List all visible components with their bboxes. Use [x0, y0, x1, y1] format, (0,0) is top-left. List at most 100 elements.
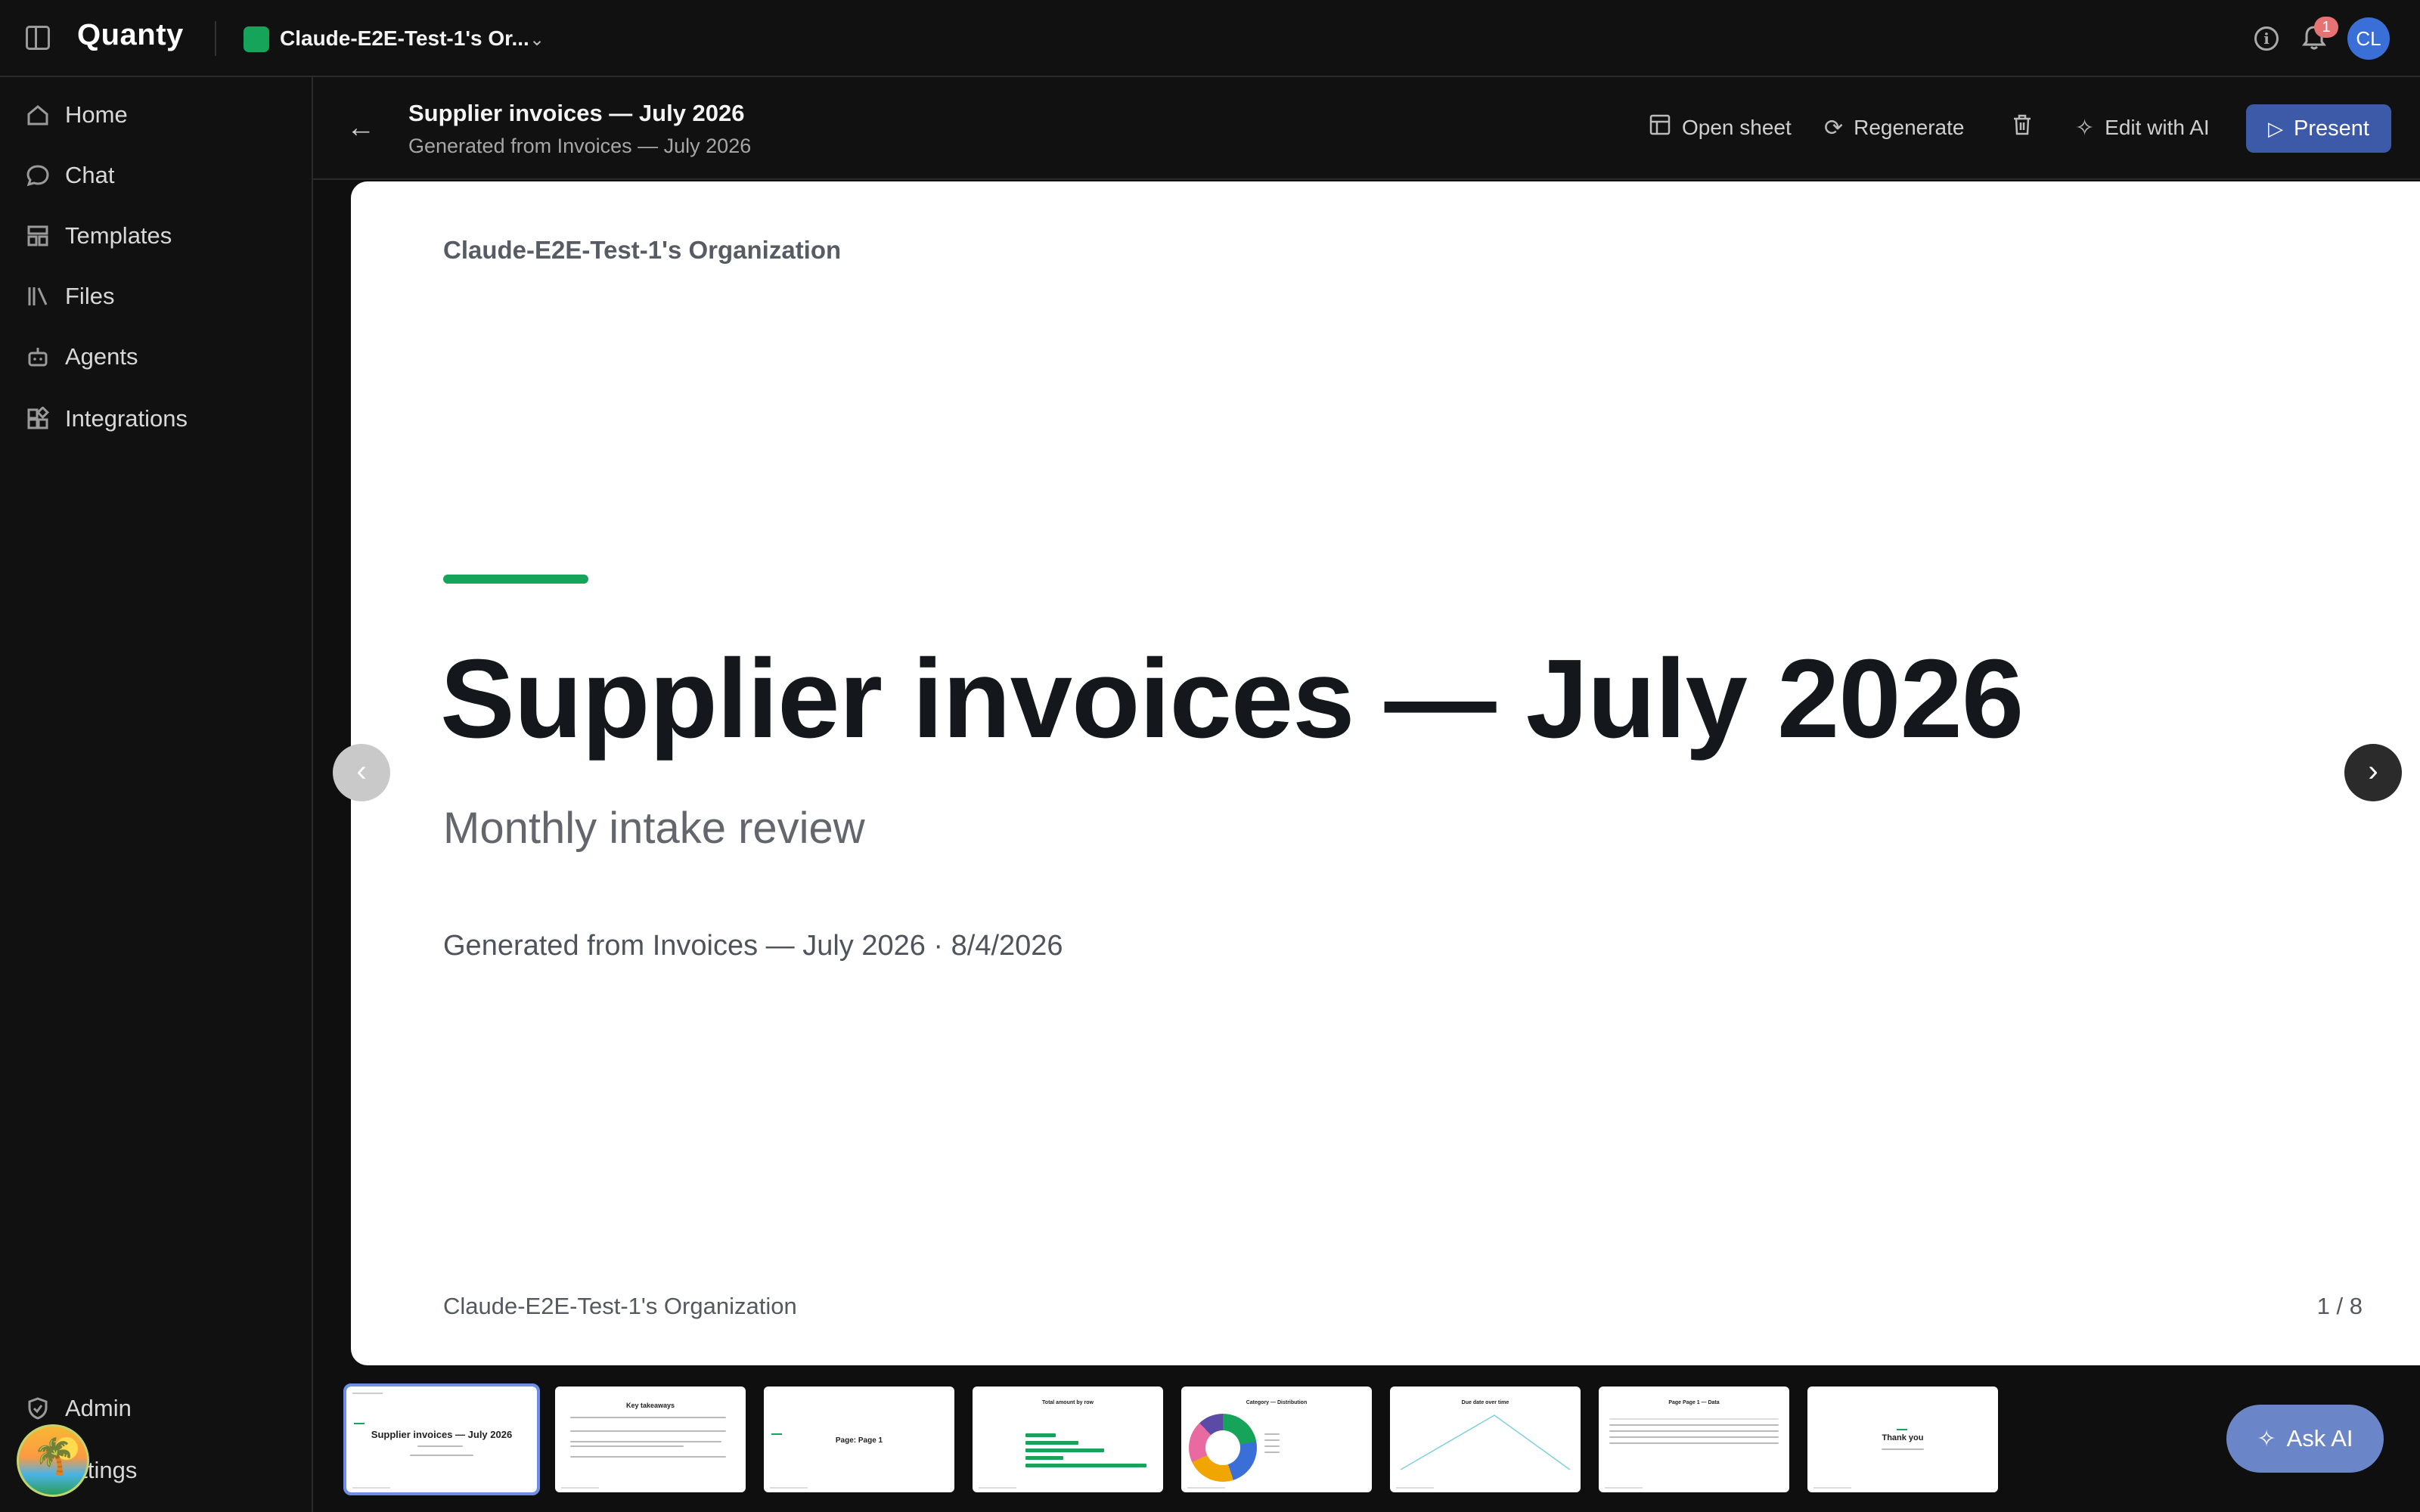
sidebar-item-label: Templates	[65, 222, 172, 249]
thumb-footer	[1187, 1487, 1225, 1489]
edit-with-ai-button[interactable]: ✧ Edit with AI	[2075, 112, 2210, 144]
thumb-text-line	[570, 1445, 684, 1447]
slide-canvas[interactable]: Claude-E2E-Test-1's Organization Supplie…	[351, 181, 2420, 1365]
thumb-title: Page Page 1 — Data	[1668, 1400, 1720, 1405]
edit-with-ai-label: Edit with AI	[2105, 116, 2210, 139]
present-button[interactable]: ▷ Present	[2246, 104, 2391, 153]
thumb-title: Due date over time	[1461, 1400, 1509, 1405]
thumb-table-row	[1609, 1436, 1779, 1438]
sidebar-item-label: Agents	[65, 343, 138, 370]
slide-page-indicator: 1 / 8	[2316, 1293, 2363, 1319]
thumb-chart-bar	[1025, 1456, 1063, 1460]
thumb-table-row	[1609, 1442, 1779, 1444]
thumb-accent	[1897, 1429, 1907, 1430]
thumb-footer	[979, 1487, 1016, 1489]
sidebar-item-label: Home	[65, 101, 128, 128]
slide-thumbnail-7[interactable]: Page Page 1 — Data	[1599, 1387, 1789, 1492]
user-avatar[interactable]: CL	[2347, 17, 2390, 60]
slide-thumbnail-1[interactable]: Supplier invoices — July 2026	[343, 1383, 540, 1495]
slide-thumbnail-5[interactable]: Category — Distribution	[1181, 1387, 1372, 1492]
trash-icon	[2012, 113, 2033, 142]
thumb-footer	[561, 1487, 599, 1489]
org-color-icon[interactable]	[244, 26, 269, 52]
thumb-footer	[352, 1487, 390, 1489]
table-icon	[1649, 113, 1671, 142]
thumb-title: Page: Page 1	[835, 1436, 883, 1445]
slide-subtitle: Monthly intake review	[443, 804, 865, 853]
presentation-header: ← Supplier invoices — July 2026 Generate…	[313, 77, 2420, 180]
profile-picture-avatar[interactable]: 🌴	[17, 1424, 89, 1497]
thumb-chart-bar	[1025, 1464, 1146, 1467]
slide-thumbnail-4[interactable]: Total amount by row	[973, 1387, 1163, 1492]
regenerate-button[interactable]: ⟳ Regenerate	[1824, 112, 1964, 144]
app-logo[interactable]: Quanty	[77, 18, 184, 52]
agents-icon	[26, 345, 50, 369]
thumb-text-line	[570, 1441, 721, 1442]
thumb-text-line	[570, 1417, 726, 1418]
thumb-legend-line	[1264, 1452, 1280, 1453]
sidebar-item-admin[interactable]: Admin	[26, 1387, 298, 1430]
thumb-title: Thank you	[1882, 1433, 1924, 1442]
thumb-accent	[771, 1433, 782, 1435]
thumb-footer	[1396, 1487, 1434, 1489]
top-bar: Quanty Claude-E2E-Test-1's Or... ⌄ i 1 C…	[0, 0, 2420, 77]
chat-icon	[26, 163, 50, 187]
slide-thumbnail-8[interactable]: Thank you	[1807, 1387, 1998, 1492]
slide-thumbnail-2[interactable]: Key takeaways	[555, 1387, 746, 1492]
delete-button[interactable]	[2012, 112, 2043, 144]
slide-thumbnail-3[interactable]: Page: Page 1	[764, 1387, 954, 1492]
presentation-title: Supplier invoices — July 2026	[408, 100, 745, 126]
thumb-title: Total amount by row	[1042, 1400, 1094, 1405]
sparkle-icon: ✧	[2257, 1426, 2276, 1452]
sidebar-item-templates[interactable]: Templates	[26, 215, 298, 257]
regenerate-label: Regenerate	[1854, 116, 1965, 139]
thumb-title: Supplier invoices — July 2026	[371, 1429, 513, 1440]
sidebar-item-integrations[interactable]: Integrations	[26, 398, 298, 440]
thumb-donut-chart	[1189, 1414, 1257, 1482]
slide-org-header: Claude-E2E-Test-1's Organization	[443, 236, 842, 264]
open-sheet-label: Open sheet	[1682, 116, 1792, 139]
thumb-legend-line	[1264, 1445, 1280, 1447]
play-icon: ▷	[2268, 116, 2284, 140]
sidebar-item-agents[interactable]: Agents	[26, 336, 298, 378]
thumb-table-row	[1609, 1424, 1779, 1426]
thumb-title: Key takeaways	[625, 1402, 675, 1409]
thumb-subtitle-line	[417, 1445, 463, 1447]
thumb-footer	[770, 1487, 808, 1489]
sidebar-item-chat[interactable]: Chat	[26, 154, 298, 197]
sparkle-icon: ✧	[2075, 115, 2095, 141]
integrations-icon	[26, 406, 50, 431]
next-slide-button[interactable]: ›	[2344, 744, 2402, 801]
shield-icon	[26, 1396, 50, 1421]
previous-slide-button[interactable]: ‹	[333, 744, 390, 801]
thumb-chart-bar	[1025, 1441, 1078, 1445]
thumb-legend-line	[1264, 1433, 1280, 1435]
slide-accent-bar	[443, 575, 588, 584]
sidebar-item-label: Chat	[65, 162, 115, 188]
sidebar-item-settings[interactable]: ettings	[68, 1449, 340, 1492]
sidebar-toggle-icon[interactable]	[26, 26, 50, 50]
open-sheet-button[interactable]: Open sheet	[1649, 112, 1792, 144]
back-arrow-icon[interactable]: ←	[346, 112, 375, 144]
thumb-text-line	[570, 1456, 726, 1458]
thumb-text-line	[1882, 1448, 1924, 1450]
thumb-line-chart	[1400, 1414, 1571, 1470]
sidebar-item-files[interactable]: Files	[26, 275, 298, 318]
thumb-footer	[1813, 1487, 1851, 1489]
notification-badge: 1	[2314, 17, 2338, 38]
palm-tree-icon: 🌴	[33, 1436, 76, 1476]
sidebar-item-home[interactable]: Home	[26, 94, 298, 136]
org-switcher[interactable]: Claude-E2E-Test-1's Or...	[280, 26, 529, 51]
templates-icon	[26, 224, 50, 248]
info-icon[interactable]: i	[2254, 26, 2279, 51]
slide-meta: Generated from Invoices — July 2026 · 8/…	[443, 930, 1063, 962]
chevron-down-icon[interactable]: ⌄	[529, 29, 544, 51]
files-icon	[26, 284, 50, 308]
ask-ai-label: Ask AI	[2286, 1425, 2353, 1452]
thumb-table-row	[1609, 1430, 1779, 1432]
ask-ai-button[interactable]: ✧ Ask AI	[2226, 1405, 2384, 1473]
header-divider	[215, 21, 216, 56]
slide-thumbnail-strip: Supplier invoices — July 2026 Key takeaw…	[313, 1365, 2420, 1512]
thumb-chart-bar	[1025, 1448, 1104, 1452]
slide-thumbnail-6[interactable]: Due date over time	[1390, 1387, 1581, 1492]
